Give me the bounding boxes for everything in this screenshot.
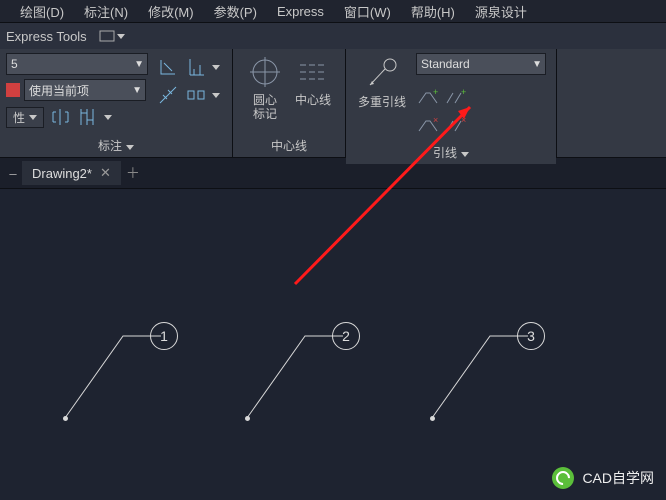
dim-baseline-icon[interactable]	[48, 105, 72, 129]
leader-3-bubble: 3	[517, 322, 545, 350]
document-tab-label: Drawing2*	[32, 166, 92, 181]
center-mark-button[interactable]: 圆心 标记	[241, 53, 289, 121]
leader-3-dot	[430, 416, 435, 421]
drawing-canvas[interactable]: 1 2 3 CAD自学网	[0, 189, 666, 500]
close-icon[interactable]: ✕	[100, 165, 111, 181]
leader-1-line	[63, 326, 163, 421]
layer-swatch-icon	[6, 83, 20, 97]
svg-text:+: +	[461, 87, 466, 97]
dim-chain-icon[interactable]	[184, 83, 208, 107]
watermark-text: CAD自学网	[582, 468, 654, 488]
prop-label: 性	[6, 107, 44, 128]
dim-align-icon[interactable]	[156, 83, 180, 107]
menu-param[interactable]: 参数(P)	[214, 2, 257, 21]
leader-style-dropdown[interactable]: ▼	[416, 53, 546, 75]
menu-modify[interactable]: 修改(M)	[148, 2, 194, 21]
dim-continue-icon[interactable]	[76, 105, 100, 129]
layer-input[interactable]	[24, 79, 146, 101]
dim-flyout-caret[interactable]	[104, 115, 112, 120]
menu-dim[interactable]: 标注(N)	[84, 2, 128, 21]
svg-text:+: +	[433, 87, 438, 97]
leader-1-bubble: 1	[150, 322, 178, 350]
menu-yuanquan[interactable]: 源泉设计	[475, 2, 527, 21]
annotation-arrow	[290, 99, 480, 289]
layer-dropdown[interactable]: ▼	[24, 79, 146, 101]
wechat-icon	[552, 467, 574, 489]
leader-2-line	[245, 326, 345, 421]
dim-linear-icon[interactable]	[156, 55, 180, 79]
new-tab-button[interactable]: ＋	[121, 163, 145, 183]
tab-extra-icon[interactable]	[99, 30, 125, 42]
panel-title-dim[interactable]: 标注	[0, 134, 232, 157]
document-tab[interactable]: Drawing2* ✕	[22, 161, 121, 185]
menu-draw[interactable]: 绘图(D)	[20, 2, 64, 21]
menu-help[interactable]: 帮助(H)	[411, 2, 455, 21]
watermark: CAD自学网	[552, 467, 654, 489]
dim-linear-caret[interactable]	[212, 65, 220, 70]
dim-ordinate-icon[interactable]	[184, 55, 208, 79]
menu-express[interactable]: Express	[277, 4, 324, 19]
leader-3-line	[430, 326, 530, 421]
tab-scroll-left[interactable]: –	[4, 166, 22, 181]
leader-2-dot	[245, 416, 250, 421]
tab-strip: Express Tools	[0, 23, 666, 49]
dim-align-caret[interactable]	[212, 93, 220, 98]
dim-style-input[interactable]	[6, 53, 148, 75]
dim-style-dropdown[interactable]: ▼	[6, 53, 148, 75]
menu-bar: 绘图(D) 标注(N) 修改(M) 参数(P) Express 窗口(W) 帮助…	[0, 0, 666, 23]
leader-1-dot	[63, 416, 68, 421]
tab-express-tools[interactable]: Express Tools	[6, 29, 87, 44]
leader-2-bubble: 2	[332, 322, 360, 350]
menu-window[interactable]: 窗口(W)	[344, 2, 391, 21]
leader-style-input[interactable]	[416, 53, 546, 75]
panel-dimension: ▼ ▼ 性	[0, 49, 233, 157]
